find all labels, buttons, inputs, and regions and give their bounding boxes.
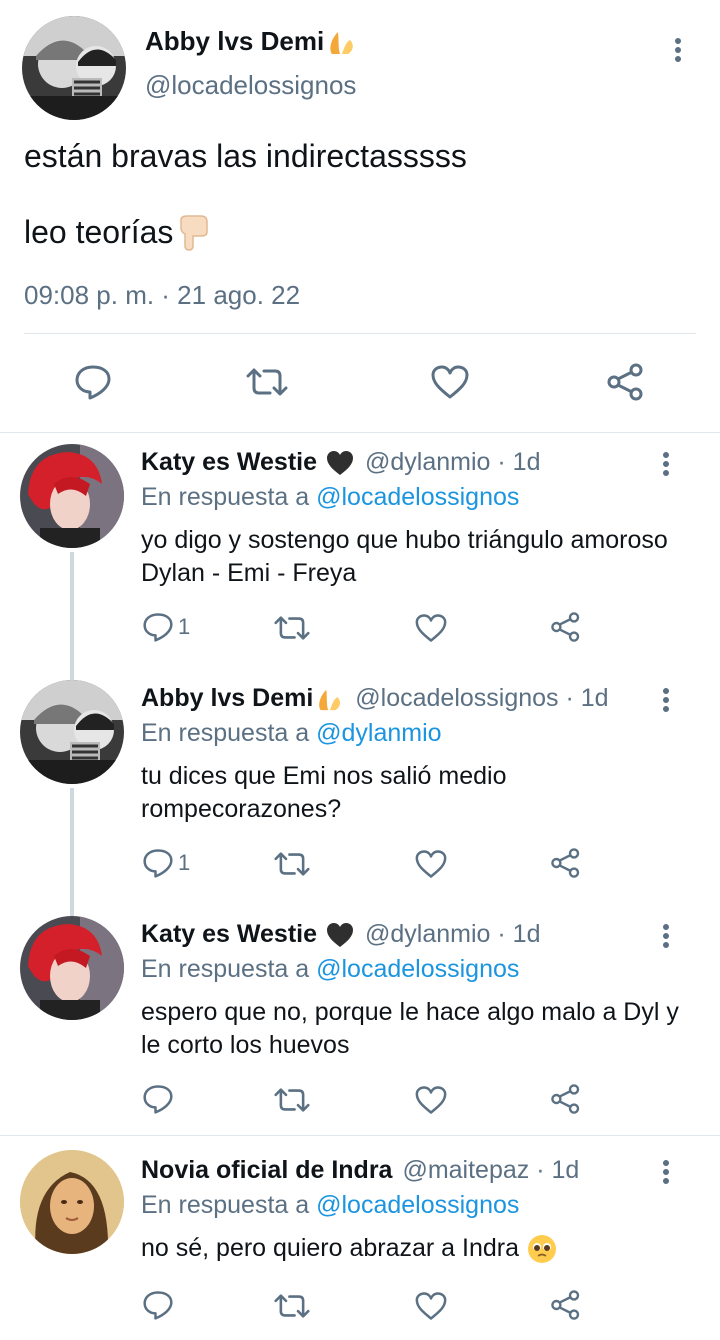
avatar[interactable] [22, 16, 126, 120]
mention-link[interactable]: @dylanmio [316, 719, 441, 747]
retweet-button[interactable] [246, 366, 288, 398]
avatar[interactable] [20, 680, 124, 784]
retweet-icon [246, 368, 288, 396]
replying-to: En respuesta a @locadelossignos [141, 483, 520, 511]
replying-to: En respuesta a @dylanmio [141, 719, 442, 747]
like-button[interactable] [414, 1085, 448, 1115]
tweet-text-line: están bravas las indirectasssss [24, 138, 467, 174]
retweet-icon [274, 616, 310, 640]
like-button[interactable] [414, 849, 448, 879]
avatar[interactable] [20, 916, 124, 1020]
divider [24, 333, 696, 334]
display-name[interactable]: Abby lvs Demi [141, 684, 313, 713]
tweet-actions [0, 354, 720, 410]
like-button[interactable] [414, 1291, 448, 1321]
reply-count: 1 [178, 850, 191, 875]
share-button[interactable] [550, 1289, 582, 1321]
reply-header: Katy es Westie @dylanmio · 1d [141, 920, 540, 949]
reply-icon [143, 1085, 173, 1114]
retweet-icon [274, 1294, 310, 1318]
heart-icon [415, 850, 447, 878]
reply-header: Katy es Westie @dylanmio · 1d [141, 448, 540, 477]
reply-icon [143, 1291, 173, 1320]
more-options-icon[interactable] [656, 922, 676, 952]
handle[interactable]: @locadelossignos [145, 70, 356, 101]
more-options-icon[interactable] [666, 36, 690, 66]
handle-time[interactable]: @locadelossignos · 1d [355, 684, 608, 713]
retweet-button[interactable] [274, 614, 310, 642]
reply-icon [143, 849, 173, 878]
reply-text: no sé, pero quiero abrazar a Indra [141, 1232, 701, 1265]
reply-button[interactable]: 1 [142, 848, 190, 878]
reply-text: espero que no, porque le hace algo malo … [141, 998, 679, 1059]
reply-count: 1 [178, 614, 191, 639]
share-icon [551, 848, 580, 878]
replying-to: En respuesta a @locadelossignos [141, 955, 520, 983]
handle-time[interactable]: @maitepaz · 1d [402, 1156, 579, 1185]
reply-tweet[interactable]: Katy es Westie @dylanmio · 1d En respues… [0, 904, 720, 1132]
avatar[interactable] [20, 1150, 124, 1254]
reply-header: Novia oficial de Indra @maitepaz · 1d [141, 1156, 579, 1185]
pointing-down-icon [180, 215, 209, 251]
retweet-button[interactable] [274, 1292, 310, 1320]
replying-to: En respuesta a @locadelossignos [141, 1191, 520, 1219]
divider [0, 1135, 720, 1136]
display-name[interactable]: Abby lvs Demi [145, 26, 358, 57]
reply-tweet[interactable]: Katy es Westie @dylanmio · 1d En respues… [0, 432, 720, 660]
reply-tweet[interactable]: Abby lvs Demi @locadelossignos · 1d En r… [0, 668, 720, 900]
mention-link[interactable]: @locadelossignos [316, 1191, 519, 1219]
tweet-text-line: leo teorías [24, 212, 211, 252]
reply-header: Abby lvs Demi @locadelossignos · 1d [141, 684, 609, 713]
praying-hands-icon [330, 31, 353, 54]
reply-button[interactable] [142, 1290, 174, 1320]
retweet-icon [274, 1088, 310, 1112]
reply-icon [143, 613, 173, 642]
display-name[interactable]: Novia oficial de Indra [141, 1156, 392, 1185]
handle-time[interactable]: @dylanmio · 1d [365, 920, 540, 949]
share-icon [551, 612, 580, 642]
heart-icon [431, 365, 469, 399]
handle-time[interactable]: @dylanmio · 1d [365, 448, 540, 477]
retweet-button[interactable] [274, 1086, 310, 1114]
like-button[interactable] [430, 364, 470, 400]
heart-icon [415, 1086, 447, 1114]
reply-icon [75, 365, 111, 400]
black-heart-icon [327, 450, 354, 475]
avatar[interactable] [20, 444, 124, 548]
main-tweet: Abby lvs Demi @locadelossignos están bra… [0, 0, 720, 432]
more-options-icon[interactable] [656, 450, 676, 480]
share-button[interactable] [606, 362, 646, 402]
reply-text: tu dices que Emi nos salió medio rompeco… [141, 762, 507, 823]
heart-icon [415, 1292, 447, 1320]
share-icon [551, 1290, 580, 1320]
share-button[interactable] [550, 1083, 582, 1115]
heart-icon [415, 614, 447, 642]
share-icon [607, 363, 643, 401]
share-button[interactable] [550, 847, 582, 879]
pleading-face-icon [528, 1234, 557, 1263]
reply-tweet[interactable]: Novia oficial de Indra @maitepaz · 1d En… [0, 1140, 720, 1340]
display-name[interactable]: Katy es Westie [141, 448, 317, 477]
display-name[interactable]: Katy es Westie [141, 920, 317, 949]
retweet-icon [274, 852, 310, 876]
reply-button[interactable]: 1 [142, 612, 190, 642]
reply-button[interactable] [74, 364, 112, 400]
share-button[interactable] [550, 611, 582, 643]
black-heart-icon [327, 922, 354, 947]
mention-link[interactable]: @locadelossignos [316, 483, 519, 511]
reply-text: yo digo y sostengo que hubo triángulo am… [141, 526, 668, 587]
share-icon [551, 1084, 580, 1114]
more-options-icon[interactable] [656, 1158, 676, 1188]
praying-hands-icon [319, 689, 341, 710]
like-button[interactable] [414, 613, 448, 643]
more-options-icon[interactable] [656, 686, 676, 716]
retweet-button[interactable] [274, 850, 310, 878]
reply-button[interactable] [142, 1084, 174, 1114]
mention-link[interactable]: @locadelossignos [316, 955, 519, 983]
timestamp[interactable]: 09:08 p. m. · 21 ago. 22 [24, 280, 300, 311]
